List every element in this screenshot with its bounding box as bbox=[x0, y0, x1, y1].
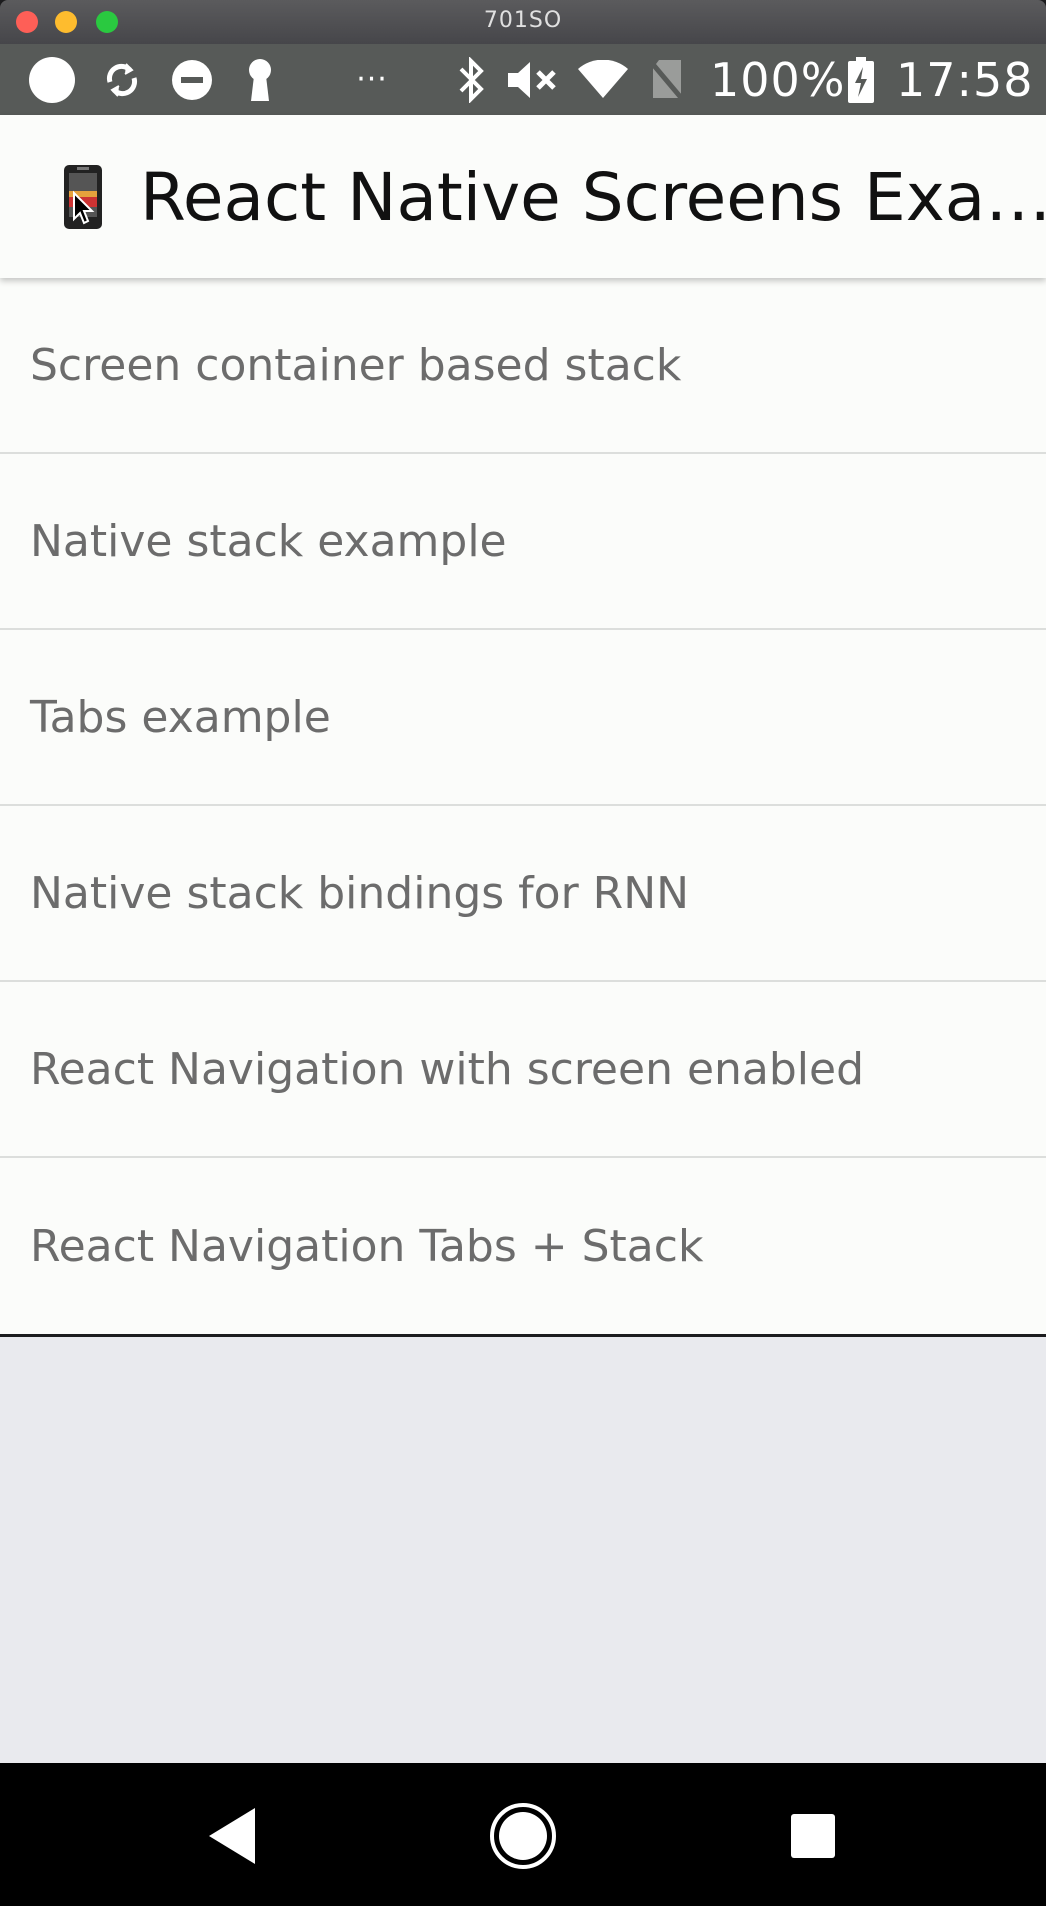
list-item-label: Native stack bindings for RNN bbox=[30, 867, 690, 919]
list-item-native-stack[interactable]: Native stack example bbox=[0, 454, 1046, 630]
empty-area bbox=[0, 1337, 1046, 1763]
page-title: React Native Screens Exa… bbox=[140, 159, 1046, 236]
phone-icon bbox=[62, 163, 106, 237]
examples-list: Screen container based stack Native stac… bbox=[0, 278, 1046, 1334]
clock: 17:58 bbox=[896, 52, 1034, 107]
status-bar: ··· 100% 17:58 bbox=[0, 44, 1046, 115]
mute-icon bbox=[505, 44, 561, 115]
list-item-tabs[interactable]: Tabs example bbox=[0, 630, 1046, 806]
list-item-label: React Navigation with screen enabled bbox=[30, 1043, 865, 1095]
battery-charging-icon bbox=[846, 44, 876, 115]
recents-icon[interactable] bbox=[768, 1791, 858, 1881]
list-item-label: React Navigation Tabs + Stack bbox=[30, 1220, 704, 1272]
list-item-native-stack-rnn[interactable]: Native stack bindings for RNN bbox=[0, 806, 1046, 982]
list-item-screen-container-stack[interactable]: Screen container based stack bbox=[0, 278, 1046, 454]
navigation-bar bbox=[0, 1763, 1046, 1906]
list-item-react-navigation-tabs-stack[interactable]: React Navigation Tabs + Stack bbox=[0, 1158, 1046, 1334]
battery-percentage: 100% bbox=[710, 52, 846, 107]
sync-icon bbox=[98, 44, 146, 115]
list-item-label: Tabs example bbox=[30, 691, 331, 743]
circle-icon bbox=[26, 44, 78, 115]
more-notifications: ··· bbox=[356, 62, 388, 97]
window-title: 701SO bbox=[483, 8, 563, 33]
list-item-react-navigation-screens[interactable]: React Navigation with screen enabled bbox=[0, 982, 1046, 1158]
do-not-disturb-icon bbox=[168, 44, 216, 115]
back-icon[interactable] bbox=[188, 1791, 278, 1881]
wifi-icon bbox=[575, 44, 631, 115]
app-bar: React Native Screens Exa… bbox=[0, 115, 1046, 278]
window-titlebar: 701SO bbox=[0, 0, 1046, 44]
bluetooth-icon bbox=[452, 44, 492, 115]
no-sim-icon bbox=[645, 44, 689, 115]
keyhole-icon bbox=[240, 44, 280, 115]
home-icon[interactable] bbox=[478, 1791, 568, 1881]
list-item-label: Native stack example bbox=[30, 515, 507, 567]
list-item-label: Screen container based stack bbox=[30, 339, 682, 391]
